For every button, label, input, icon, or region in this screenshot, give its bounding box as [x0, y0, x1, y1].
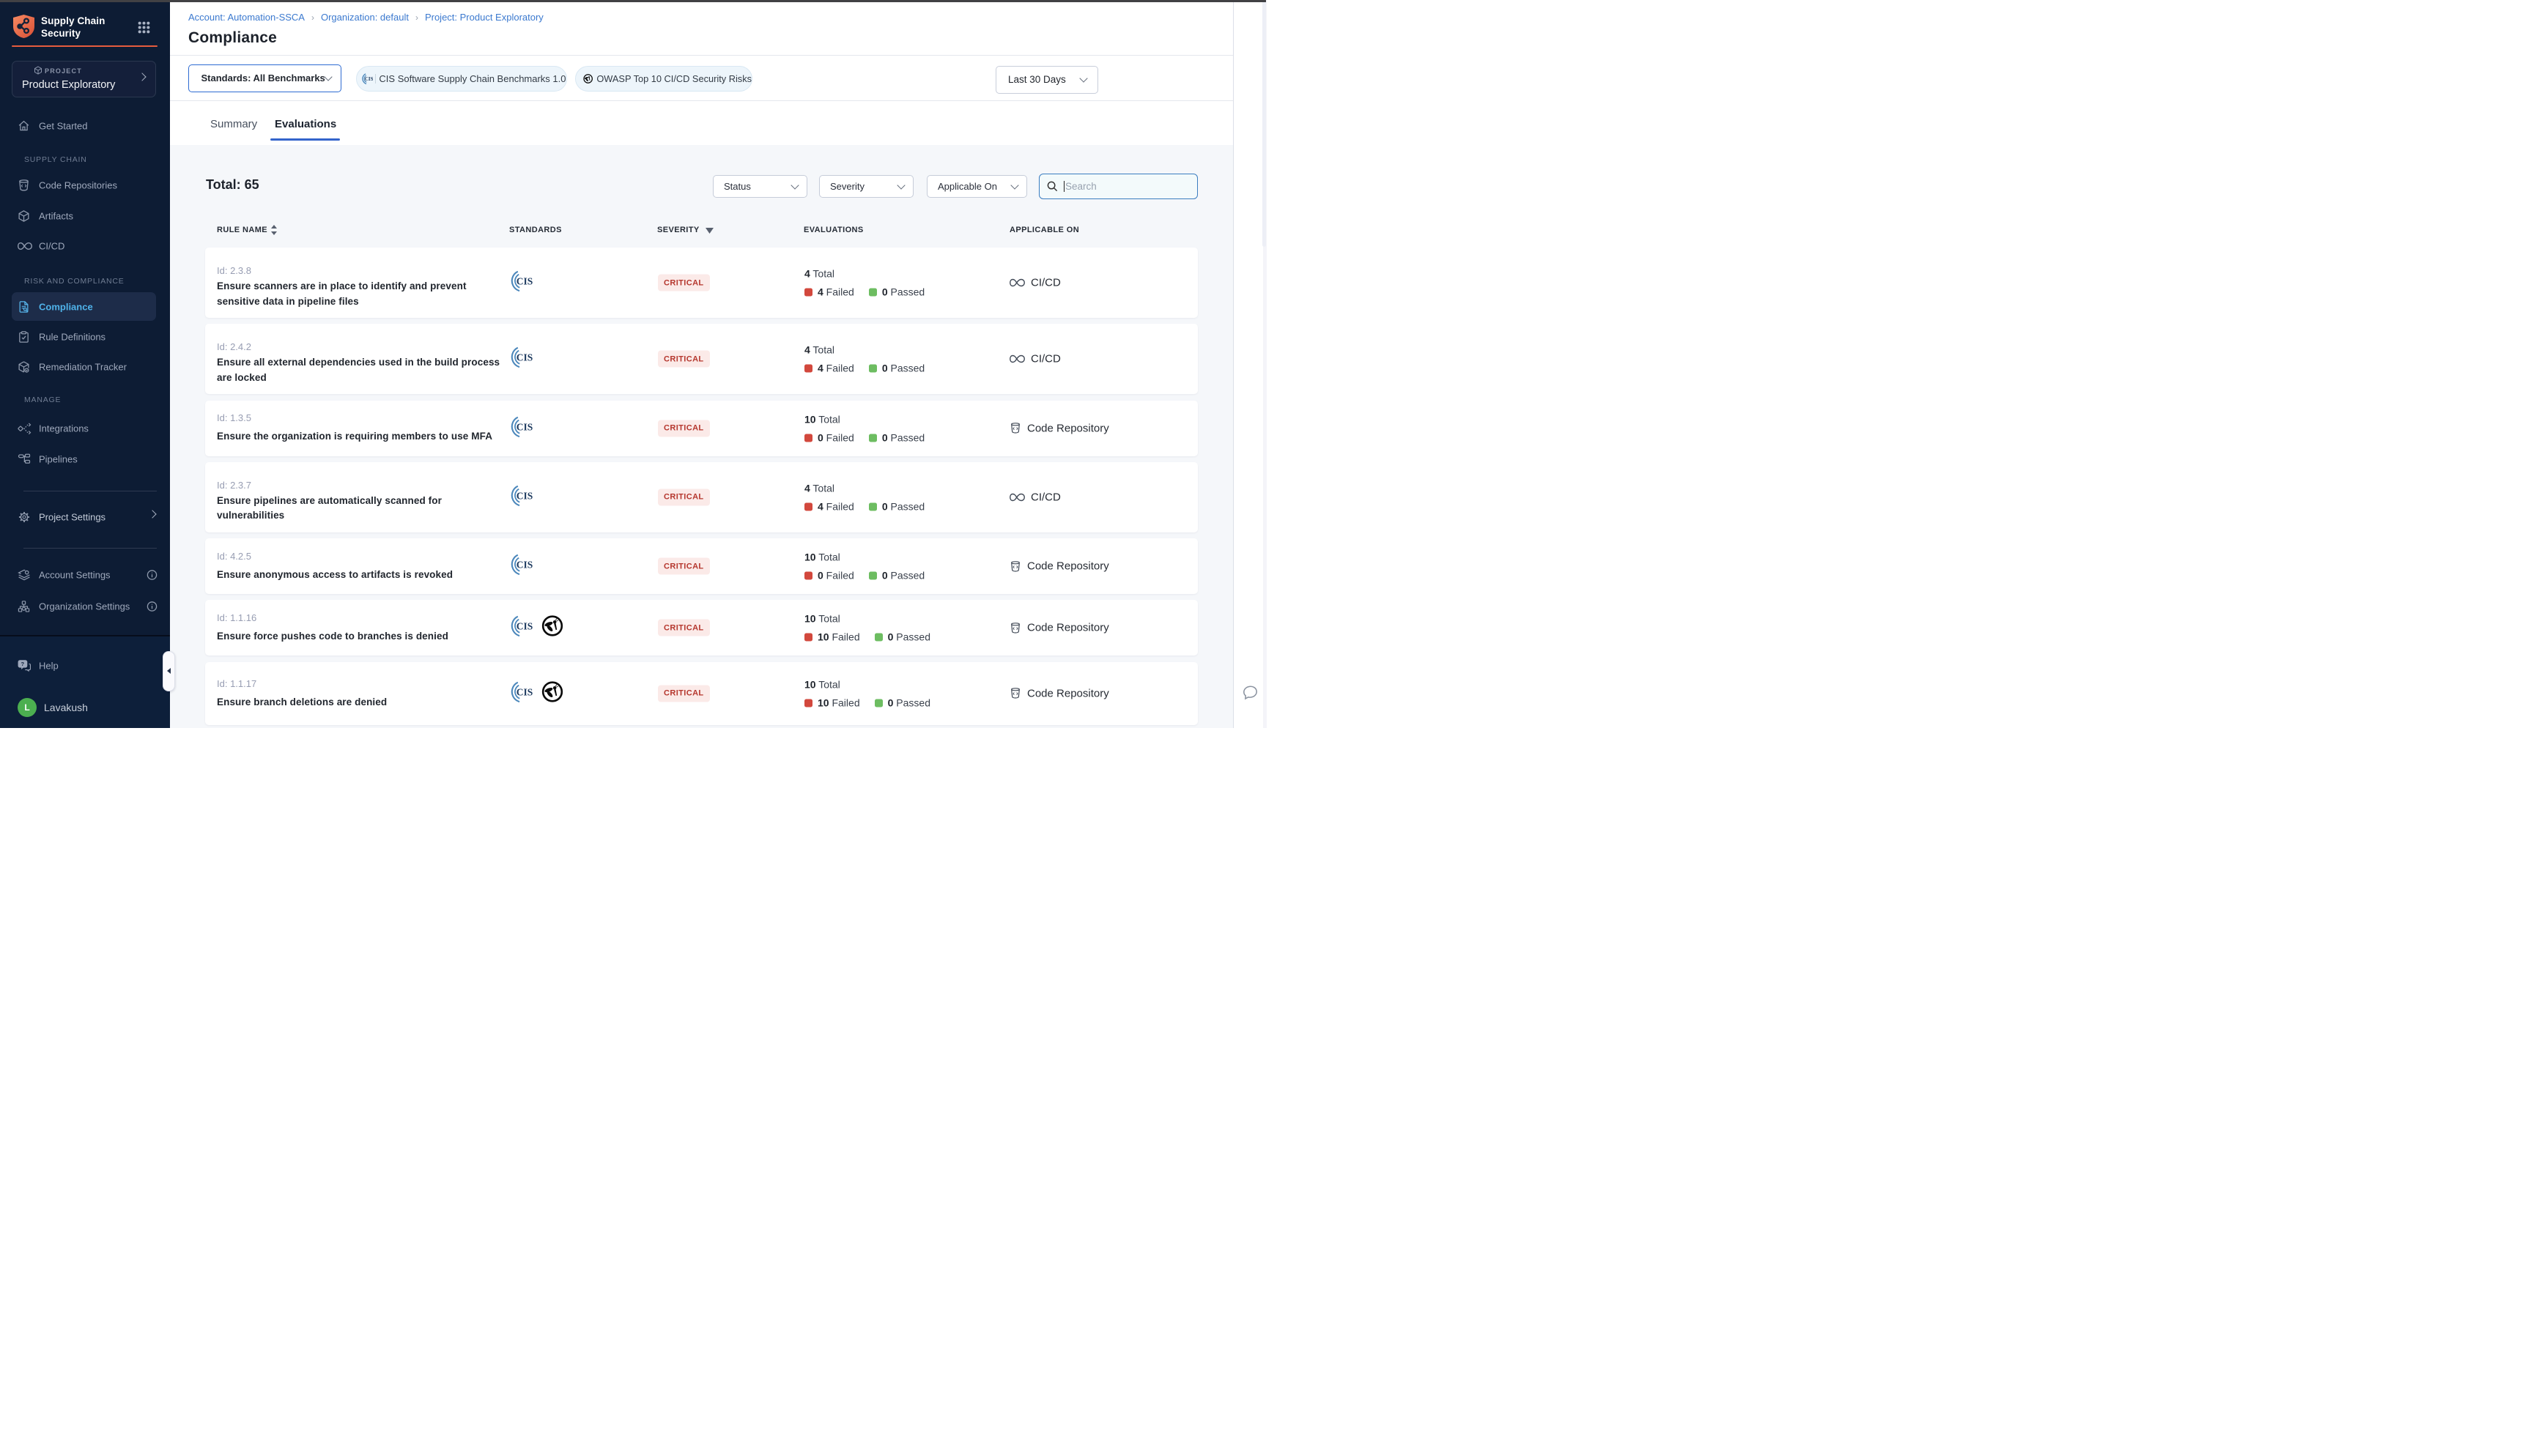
svg-text:CIS: CIS	[517, 276, 533, 287]
svg-text:CIS: CIS	[364, 76, 373, 82]
svg-text:CIS: CIS	[517, 490, 533, 501]
svg-text:CIS: CIS	[517, 621, 533, 632]
svg-text:CIS: CIS	[517, 686, 533, 697]
svg-text:?: ?	[21, 661, 25, 667]
svg-text:CIS: CIS	[517, 560, 533, 571]
svg-text:CIS: CIS	[517, 421, 533, 432]
svg-text:CIS: CIS	[517, 352, 533, 363]
